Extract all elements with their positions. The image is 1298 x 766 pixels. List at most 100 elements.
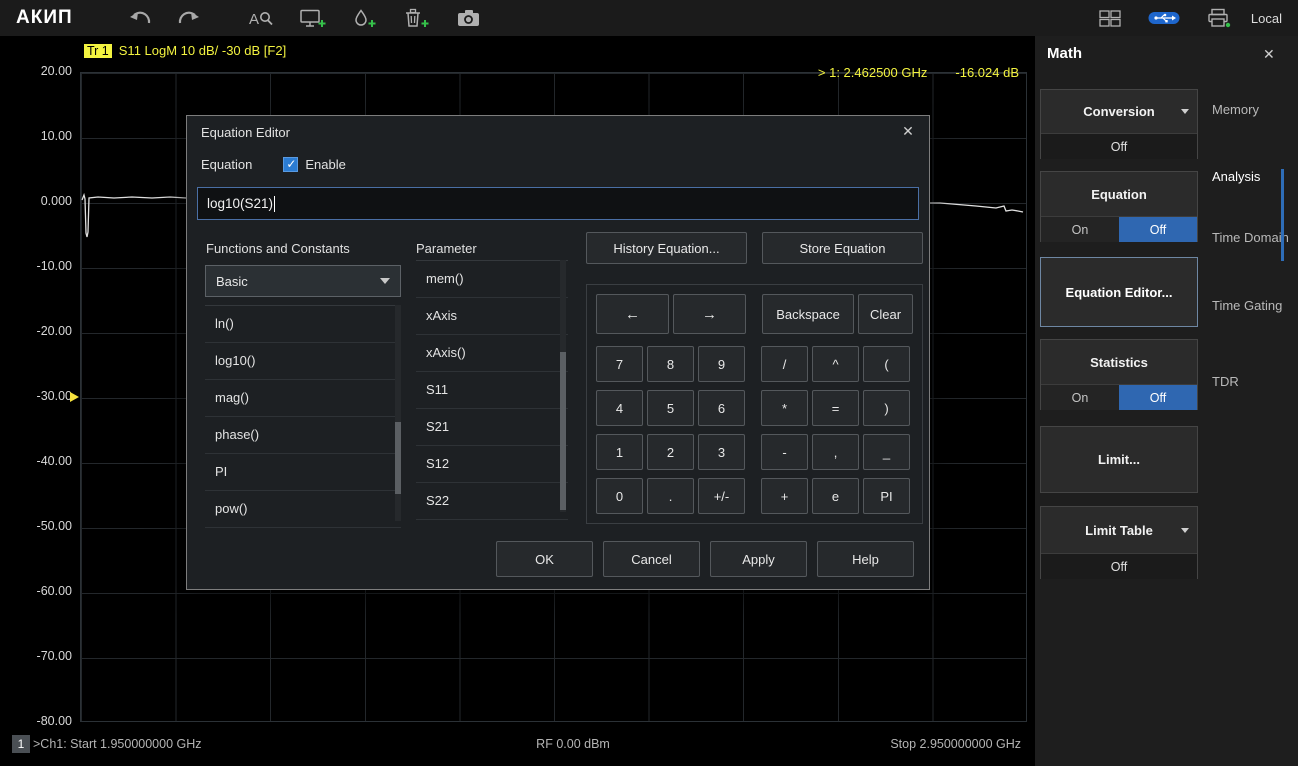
keypad-key[interactable]: 7: [596, 346, 643, 382]
screenshot-camera-icon[interactable]: [457, 9, 481, 27]
reference-level-arrow[interactable]: [70, 392, 79, 402]
printer-icon[interactable]: [1207, 8, 1231, 28]
stimulus-start-label[interactable]: >Ch1: Start 1.950000000 GHz: [33, 737, 202, 751]
parameter-item[interactable]: S22: [416, 483, 568, 520]
keypad-key[interactable]: +/-: [698, 478, 745, 514]
keypad-key[interactable]: (: [863, 346, 910, 382]
parameter-item[interactable]: S12: [416, 446, 568, 483]
y-tick: -80.00: [0, 714, 72, 728]
keypad-key[interactable]: _: [863, 434, 910, 470]
add-display-icon[interactable]: [300, 9, 326, 28]
keypad-key[interactable]: *: [761, 390, 808, 426]
parameter-item[interactable]: mem(): [416, 261, 568, 298]
keypad-key[interactable]: PI: [863, 478, 910, 514]
trace-label: S11 LogM 10 dB/ -30 dB [F2]: [119, 43, 286, 58]
local-mode-label[interactable]: Local: [1251, 11, 1282, 26]
font-scale-icon[interactable]: A: [249, 9, 273, 27]
tab-tdr[interactable]: TDR: [1212, 374, 1298, 390]
keypad-key[interactable]: e: [812, 478, 859, 514]
y-tick: -20.00: [0, 324, 72, 338]
tab-analysis[interactable]: Analysis: [1212, 169, 1298, 185]
tab-time-domain[interactable]: Time Domain: [1212, 230, 1298, 246]
marker-value: -16.024 dB: [955, 65, 1019, 80]
parameter-scrollbar[interactable]: [560, 260, 566, 512]
cursor-right-key[interactable]: →: [673, 294, 746, 334]
statistics-off-option[interactable]: Off: [1119, 385, 1197, 410]
apply-button[interactable]: Apply: [710, 541, 807, 577]
statistics-toggle: On Off: [1041, 384, 1197, 410]
statistics-on-option[interactable]: On: [1041, 385, 1119, 410]
undo-icon[interactable]: [129, 10, 151, 27]
parameter-item[interactable]: xAxis(): [416, 335, 568, 372]
parameter-item[interactable]: S11: [416, 372, 568, 409]
trace-status-row[interactable]: Tr 1 S11 LogM 10 dB/ -30 dB [F2]: [84, 43, 286, 58]
limit-button[interactable]: Limit...: [1040, 426, 1198, 493]
keypad-key[interactable]: 8: [647, 346, 694, 382]
functions-scrollbar-thumb[interactable]: [395, 422, 401, 494]
active-tab-indicator: [1281, 169, 1284, 261]
keypad-key[interactable]: 0: [596, 478, 643, 514]
function-item[interactable]: phase(): [205, 417, 401, 454]
parameter-item[interactable]: S21: [416, 409, 568, 446]
channel-badge[interactable]: 1: [12, 735, 30, 753]
clear-key[interactable]: Clear: [858, 294, 913, 334]
keypad-key[interactable]: 6: [698, 390, 745, 426]
text-caret: [274, 196, 275, 212]
panel-close-icon[interactable]: [1263, 46, 1275, 63]
add-delete-icon[interactable]: [404, 8, 430, 28]
keypad-grid: 7 8 9 / ^ ( 4 5 6 * =: [596, 346, 913, 514]
keypad-key[interactable]: =: [812, 390, 859, 426]
help-button[interactable]: Help: [817, 541, 914, 577]
y-tick: -30.00: [0, 389, 72, 403]
keypad-key[interactable]: ^: [812, 346, 859, 382]
usb-status-icon[interactable]: [1148, 11, 1180, 25]
keypad-key[interactable]: ,: [812, 434, 859, 470]
ok-button[interactable]: OK: [496, 541, 593, 577]
function-item[interactable]: mag(): [205, 380, 401, 417]
tab-time-gating[interactable]: Time Gating: [1212, 298, 1298, 314]
equation-label: Equation: [201, 157, 252, 172]
dialog-close-icon[interactable]: [899, 122, 917, 140]
conversion-softkey[interactable]: Conversion Off: [1040, 89, 1198, 159]
limit-table-label: Limit Table: [1085, 523, 1153, 538]
function-category-dropdown[interactable]: Basic: [205, 265, 401, 297]
keypad-key[interactable]: 1: [596, 434, 643, 470]
enable-checkbox[interactable]: [283, 157, 298, 172]
keypad-key[interactable]: 4: [596, 390, 643, 426]
keypad-key[interactable]: +: [761, 478, 808, 514]
function-item[interactable]: pow(): [205, 491, 401, 528]
rf-power-label[interactable]: RF 0.00 dBm: [536, 737, 610, 751]
keypad-key[interactable]: /: [761, 346, 808, 382]
equation-off-option[interactable]: Off: [1119, 217, 1197, 242]
store-equation-button[interactable]: Store Equation: [762, 232, 923, 264]
keypad-key[interactable]: 3: [698, 434, 745, 470]
keypad-key[interactable]: -: [761, 434, 808, 470]
redo-icon[interactable]: [178, 10, 200, 27]
equation-on-option[interactable]: On: [1041, 217, 1119, 242]
cursor-left-key[interactable]: ←: [596, 294, 669, 334]
parameter-item[interactable]: xAxis: [416, 298, 568, 335]
y-tick: -10.00: [0, 259, 72, 273]
keypad-key[interactable]: ): [863, 390, 910, 426]
equation-editor-button[interactable]: Equation Editor...: [1040, 257, 1198, 327]
keypad-key[interactable]: 5: [647, 390, 694, 426]
add-marker-icon[interactable]: [353, 9, 377, 28]
keypad-key[interactable]: 2: [647, 434, 694, 470]
equation-input[interactable]: log10(S21): [197, 187, 919, 220]
parameter-scrollbar-thumb[interactable]: [560, 352, 566, 510]
function-item[interactable]: ln(): [205, 306, 401, 343]
limit-table-softkey[interactable]: Limit Table Off: [1040, 506, 1198, 579]
display-layout-icon[interactable]: [1099, 10, 1121, 27]
backspace-key[interactable]: Backspace: [762, 294, 854, 334]
math-panel: Math Conversion Off Equation On Off Equa…: [1035, 36, 1298, 766]
stimulus-stop-label[interactable]: Stop 2.950000000 GHz: [890, 737, 1021, 751]
tab-memory[interactable]: Memory: [1212, 102, 1298, 118]
functions-scrollbar[interactable]: [395, 305, 401, 521]
keypad-nav-row: ← → Backspace Clear: [596, 294, 913, 334]
keypad-key[interactable]: 9: [698, 346, 745, 382]
cancel-button[interactable]: Cancel: [603, 541, 700, 577]
history-equation-button[interactable]: History Equation...: [586, 232, 747, 264]
keypad-key[interactable]: .: [647, 478, 694, 514]
function-item[interactable]: log10(): [205, 343, 401, 380]
function-item[interactable]: PI: [205, 454, 401, 491]
